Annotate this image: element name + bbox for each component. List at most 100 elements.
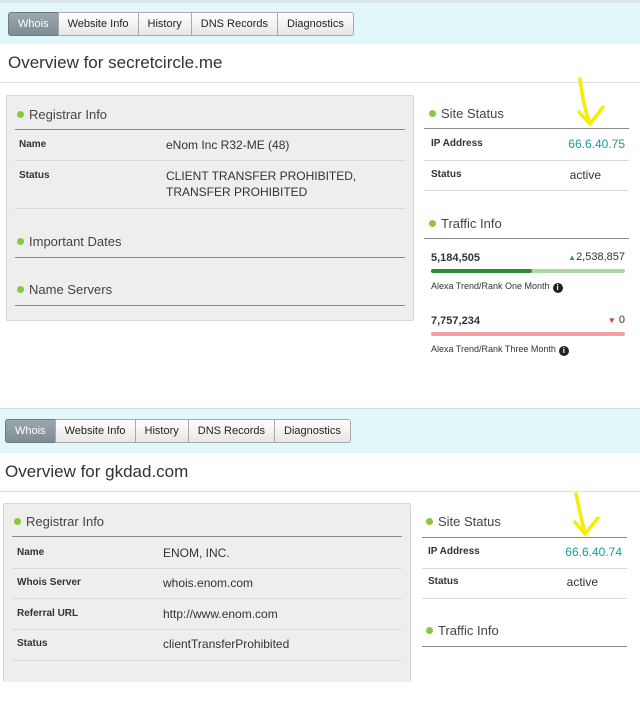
registrar-panel: Registrar Info Name ENOM, INC. Whois Ser… xyxy=(3,503,411,682)
three-month-delta: ▼ 0 xyxy=(540,314,625,326)
registrar-info-heading: Registrar Info xyxy=(17,105,107,125)
status-dot-icon xyxy=(17,238,24,245)
three-month-caption: Alexa Trend/Rank Three Month i xyxy=(431,344,569,356)
divider xyxy=(15,257,405,258)
status-value: clientTransferProhibited xyxy=(163,637,290,651)
tab-history[interactable]: History xyxy=(137,12,192,36)
tab-whois[interactable]: Whois xyxy=(8,12,59,36)
whois-server-label: Whois Server xyxy=(17,577,81,588)
status-value-line-1: CLIENT TRANSFER PROHIBITED, xyxy=(166,169,357,183)
ip-address-label: IP Address xyxy=(431,138,483,149)
registrar-info-title: Registrar Info xyxy=(29,107,108,122)
divider xyxy=(15,129,405,130)
info-icon[interactable]: i xyxy=(552,283,563,293)
status-dot-icon xyxy=(426,627,433,634)
site-status-value: active xyxy=(569,168,601,182)
divider xyxy=(12,629,402,630)
divider xyxy=(12,598,402,599)
divider xyxy=(424,238,629,239)
status-dot-icon xyxy=(429,220,436,227)
registrar-info-heading: Registrar Info xyxy=(14,512,104,532)
overview-header: Overview for secretcircle.me xyxy=(0,44,640,83)
one-month-delta-value: 2,538,857 xyxy=(576,251,625,263)
divider xyxy=(15,208,405,209)
divider xyxy=(12,660,402,661)
status-dot-icon xyxy=(17,111,24,118)
trend-down-icon: ▼ xyxy=(607,316,616,325)
status-dot-icon xyxy=(17,286,24,293)
tab-history[interactable]: History xyxy=(134,419,189,443)
three-month-trend-bar xyxy=(431,332,625,336)
important-dates-heading[interactable]: Important Dates xyxy=(17,232,122,252)
important-dates-title: Important Dates xyxy=(29,234,122,249)
three-month-delta-value: 0 xyxy=(618,314,625,326)
tab-diagnostics[interactable]: Diagnostics xyxy=(274,419,351,443)
divider xyxy=(12,536,402,537)
tab-bar: Whois Website Info History DNS Records D… xyxy=(0,0,640,45)
divider xyxy=(15,160,405,161)
traffic-info-title: Traffic Info xyxy=(438,623,499,638)
whois-screenshot-gkdad: Whois Website Info History DNS Records D… xyxy=(0,408,640,682)
tab-bar: Whois Website Info History DNS Records D… xyxy=(0,409,640,454)
divider xyxy=(12,568,402,569)
whois-screenshot-secretcircle: Whois Website Info History DNS Records D… xyxy=(0,0,640,372)
site-status-title: Site Status xyxy=(441,106,504,121)
tab-website-info[interactable]: Website Info xyxy=(54,419,136,443)
divider xyxy=(15,305,405,306)
status-dot-icon xyxy=(426,518,433,525)
status-label: Status xyxy=(19,170,50,181)
overview-title: Overview for gkdad.com xyxy=(5,462,189,481)
name-value: eNom Inc R32-ME (48) xyxy=(166,138,290,152)
traffic-info-heading: Traffic Info xyxy=(426,623,499,638)
divider xyxy=(422,568,627,569)
one-month-trend-bar xyxy=(431,269,625,273)
traffic-info-heading: Traffic Info xyxy=(429,216,502,231)
site-status-value: active xyxy=(566,575,598,589)
ip-address-value[interactable]: 66.6.40.74 xyxy=(557,544,622,561)
info-icon[interactable]: i xyxy=(558,346,569,356)
divider xyxy=(424,190,629,191)
tab-whois[interactable]: Whois xyxy=(5,419,56,443)
site-status-heading: Site Status xyxy=(426,514,501,529)
one-month-delta: ▲2,538,857 xyxy=(540,251,625,263)
tab-diagnostics[interactable]: Diagnostics xyxy=(277,12,354,36)
trend-up-icon: ▲ xyxy=(568,253,577,262)
divider xyxy=(422,598,627,599)
one-month-rank: 5,184,505 xyxy=(431,252,480,264)
name-servers-heading[interactable]: Name Servers xyxy=(17,280,112,300)
traffic-info-title: Traffic Info xyxy=(441,216,502,231)
tab-group: Whois Website Info History DNS Records D… xyxy=(5,419,351,443)
ip-address-label: IP Address xyxy=(428,546,480,557)
annotation-arrow-icon xyxy=(577,77,605,126)
overview-header: Overview for gkdad.com xyxy=(0,453,640,492)
site-status-heading: Site Status xyxy=(429,106,504,121)
status-label: Status xyxy=(17,638,48,649)
status-dot-icon xyxy=(14,518,21,525)
divider xyxy=(422,646,627,647)
name-servers-title: Name Servers xyxy=(29,282,113,297)
registrar-info-title: Registrar Info xyxy=(26,514,105,529)
three-month-rank: 7,757,234 xyxy=(431,315,480,327)
name-value: ENOM, INC. xyxy=(163,546,230,560)
status-dot-icon xyxy=(429,110,436,117)
status-value-line-2: TRANSFER PROHIBITED xyxy=(166,185,308,199)
referral-url-value[interactable]: http://www.enom.com xyxy=(163,606,278,623)
overview-title: Overview for secretcircle.me xyxy=(8,53,223,72)
whois-server-value: whois.enom.com xyxy=(163,576,254,590)
tab-dns-records[interactable]: DNS Records xyxy=(187,419,275,443)
tab-dns-records[interactable]: DNS Records xyxy=(190,12,278,36)
one-month-caption-text: Alexa Trend/Rank One Month xyxy=(431,281,550,291)
tab-website-info[interactable]: Website Info xyxy=(57,12,139,36)
ip-address-value[interactable]: 66.6.40.75 xyxy=(560,136,625,153)
three-month-caption-text: Alexa Trend/Rank Three Month xyxy=(431,344,556,354)
name-label: Name xyxy=(17,547,45,558)
annotation-arrow-icon xyxy=(573,492,600,536)
registrar-panel: Registrar Info Name eNom Inc R32-ME (48)… xyxy=(6,95,414,321)
name-label: Name xyxy=(19,139,47,150)
tab-group: Whois Website Info History DNS Records D… xyxy=(8,12,354,36)
one-month-trend-fill xyxy=(431,269,532,273)
divider xyxy=(424,160,629,161)
one-month-caption: Alexa Trend/Rank One Month i xyxy=(431,281,563,293)
site-status-label: Status xyxy=(431,169,462,180)
referral-url-label: Referral URL xyxy=(17,608,79,619)
